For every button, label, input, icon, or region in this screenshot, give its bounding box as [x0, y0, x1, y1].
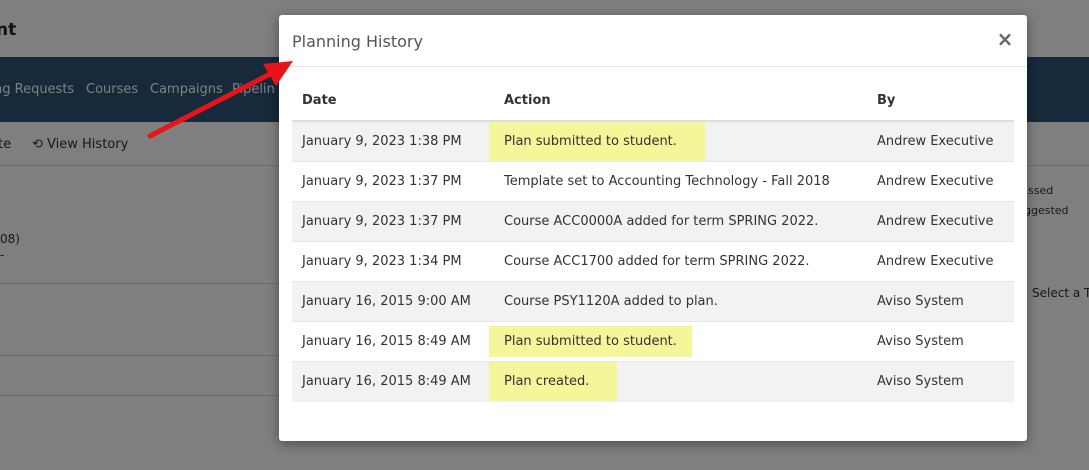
cell-date: January 16, 2015 8:49 AM: [292, 361, 494, 402]
cell-action: Course PSY1120A added to plan.: [494, 281, 867, 322]
cell-by: Aviso System: [867, 321, 1014, 362]
column-header-date: Date: [292, 81, 494, 122]
cell-action: Plan created.: [489, 361, 867, 402]
cell-date: January 16, 2015 8:49 AM: [292, 321, 494, 362]
table-row: January 16, 2015 8:49 AM Plan submitted …: [292, 321, 1014, 362]
table-row: January 16, 2015 8:49 AM Plan created. A…: [292, 361, 1014, 402]
highlighted-action: Plan submitted to student.: [489, 122, 705, 161]
cell-date: January 9, 2023 1:37 PM: [292, 161, 494, 202]
cell-action: Plan submitted to student.: [489, 321, 867, 362]
planning-history-modal: Planning History × Date Action By Januar…: [279, 15, 1027, 441]
table-row: January 16, 2015 9:00 AM Course PSY1120A…: [292, 281, 1014, 322]
cell-action: Course ACC1700 added for term SPRING 202…: [494, 241, 867, 282]
table-row: January 9, 2023 1:37 PM Course ACC0000A …: [292, 201, 1014, 242]
highlighted-action: Plan submitted to student.: [489, 326, 692, 357]
history-table: Date Action By January 9, 2023 1:38 PM P…: [292, 81, 1014, 402]
column-header-by: By: [867, 81, 1014, 122]
table-row: January 9, 2023 1:37 PM Template set to …: [292, 161, 1014, 202]
cell-by: Andrew Executive: [867, 161, 1014, 202]
modal-header: Planning History ×: [279, 15, 1027, 67]
table-row: January 9, 2023 1:38 PM Plan submitted t…: [292, 120, 1014, 162]
table-header-row: Date Action By: [292, 81, 1014, 122]
cell-action: Template set to Accounting Technology - …: [494, 161, 867, 202]
cell-by: Aviso System: [867, 361, 1014, 402]
cell-by: Andrew Executive: [867, 120, 1014, 162]
cell-by: Aviso System: [867, 281, 1014, 322]
cell-date: January 16, 2015 9:00 AM: [292, 281, 494, 322]
modal-title: Planning History: [292, 32, 423, 51]
cell-by: Andrew Executive: [867, 201, 1014, 242]
table-row: January 9, 2023 1:34 PM Course ACC1700 a…: [292, 241, 1014, 282]
cell-action: Plan submitted to student.: [489, 120, 867, 162]
column-header-action: Action: [494, 81, 867, 122]
cell-date: January 9, 2023 1:34 PM: [292, 241, 494, 282]
history-table-wrapper: Date Action By January 9, 2023 1:38 PM P…: [292, 81, 1014, 402]
cell-date: January 9, 2023 1:38 PM: [292, 120, 494, 162]
cell-action: Course ACC0000A added for term SPRING 20…: [494, 201, 867, 242]
cell-by: Andrew Executive: [867, 241, 1014, 282]
cell-date: January 9, 2023 1:37 PM: [292, 201, 494, 242]
close-icon[interactable]: ×: [995, 27, 1015, 51]
highlighted-action: Plan created.: [489, 362, 618, 402]
